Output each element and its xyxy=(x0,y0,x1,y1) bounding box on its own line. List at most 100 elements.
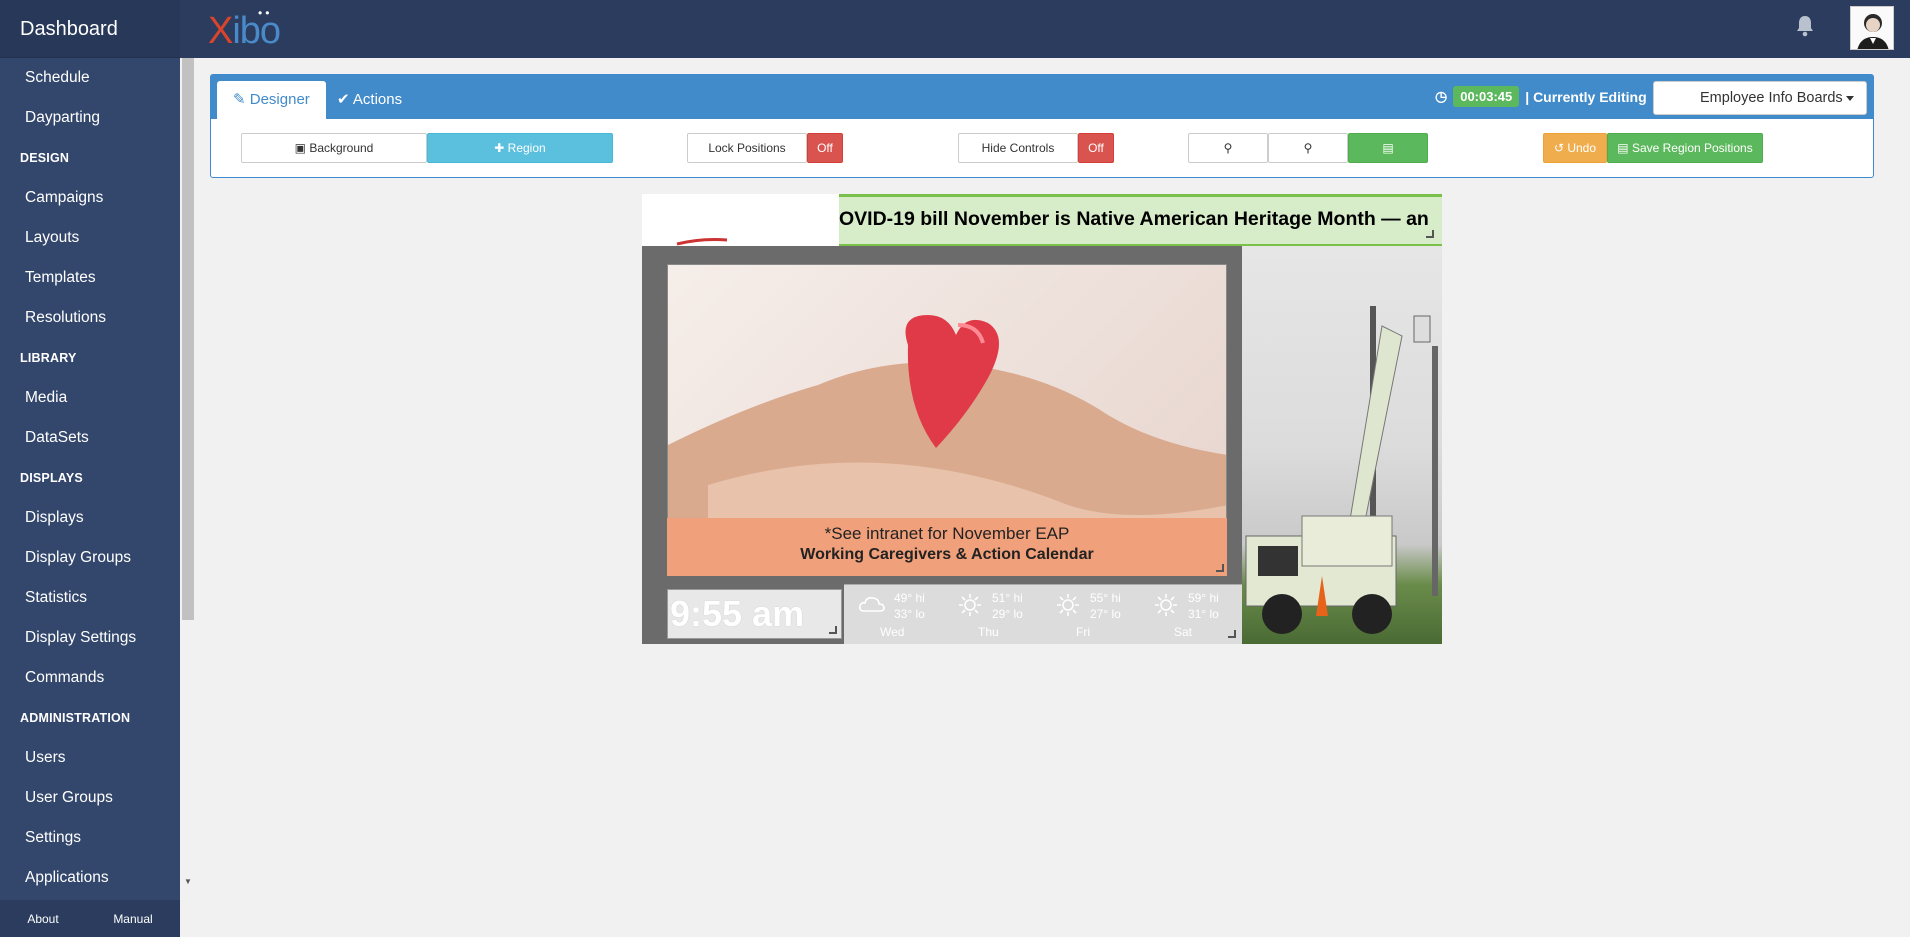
save-button[interactable]: ▤ xyxy=(1348,133,1428,163)
sidebar-item-display-settings[interactable]: Display Settings xyxy=(0,618,180,658)
logo-x: X xyxy=(208,10,233,52)
hide-controls-label: Hide Controls xyxy=(981,141,1055,155)
weather-region[interactable]: 49° hi 33° lo Wed 51° hi 29° lo Thu 55° … xyxy=(844,584,1242,644)
check-icon: ✔ xyxy=(337,91,353,108)
sidebar-item-templates[interactable]: Templates xyxy=(0,258,180,298)
sidebar-item-media[interactable]: Media xyxy=(0,378,180,418)
resize-handle-icon[interactable] xyxy=(1216,564,1224,572)
sidebar-scrollbar-thumb[interactable] xyxy=(182,14,194,620)
ticker-region[interactable]: OVID-19 bill November is Native American… xyxy=(839,194,1442,246)
add-region-button[interactable]: ✚ Region xyxy=(427,133,613,163)
lock-positions-toggle[interactable]: Off xyxy=(807,133,843,163)
logo-dots: •• xyxy=(258,6,273,20)
clock-icon: ◷ xyxy=(1435,88,1448,104)
weather-lo: 29° lo xyxy=(992,607,1023,621)
tab-designer-label: Designer xyxy=(249,91,310,108)
logo-region[interactable] xyxy=(642,194,839,246)
sidebar-section-displays: DISPLAYS xyxy=(20,471,83,485)
sidebar-item-campaigns[interactable]: Campaigns xyxy=(0,178,180,218)
scroll-down-icon[interactable]: ▼ xyxy=(183,877,193,887)
zoom-in-icon: ⚲ xyxy=(1303,141,1313,155)
sidebar-item-schedule[interactable]: Schedule xyxy=(0,58,180,98)
sidebar-item-user-groups[interactable]: User Groups xyxy=(0,778,180,818)
bell-icon[interactable] xyxy=(1794,14,1816,38)
sidebar: Dashboard Schedule Dayparting DESIGN Campai… xyxy=(0,0,180,937)
weather-hi: 55° hi xyxy=(1090,591,1121,605)
image-icon: ▣ xyxy=(294,141,310,155)
sidebar-item-dayparting[interactable]: Dayparting xyxy=(0,98,180,138)
lock-positions-button[interactable]: Lock Positions xyxy=(687,133,807,163)
tab-actions[interactable]: ✔ Actions xyxy=(321,81,418,119)
weather-hi: 49° hi xyxy=(894,591,925,605)
add-region-button-label: Region xyxy=(507,141,546,155)
utility-truck-image[interactable] xyxy=(1242,246,1442,644)
undo-button-label: Undo xyxy=(1567,141,1597,155)
lock-positions-label: Lock Positions xyxy=(708,141,786,155)
sidebar-section-design: DESIGN xyxy=(20,151,70,165)
hide-controls-button[interactable]: Hide Controls xyxy=(958,133,1078,163)
zoom-out-icon: ⚲ xyxy=(1223,141,1233,155)
caption-line-2: Working Caregivers & Action Calendar xyxy=(800,546,1094,563)
sidebar-item-applications[interactable]: Applications xyxy=(0,858,180,898)
resize-handle-icon[interactable] xyxy=(1426,230,1434,238)
weather-day: 51° hi 29° lo Thu xyxy=(942,587,1038,644)
weather-day-name: Fri xyxy=(1076,625,1090,639)
designer-panel: ✎ Designer ✔ Actions ◷ 00:03:45 | Curren… xyxy=(210,74,1874,178)
sidebar-item-settings[interactable]: Settings xyxy=(0,818,180,858)
timer-badge: 00:03:45 xyxy=(1453,86,1520,107)
save-region-positions-button[interactable]: ▤ Save Region Positions xyxy=(1607,133,1763,163)
clock-region[interactable]: 9:55 am xyxy=(667,589,842,639)
resize-handle-icon[interactable] xyxy=(829,626,837,634)
undo-icon: ↺ xyxy=(1553,141,1568,155)
save-icon: ▤ xyxy=(1382,141,1394,155)
cloud-icon xyxy=(859,597,885,612)
user-avatar[interactable] xyxy=(1850,6,1894,50)
sidebar-section-administration: ADMINISTRATION xyxy=(20,711,131,725)
sidebar-item-users[interactable]: Users xyxy=(0,738,180,778)
tab-designer[interactable]: ✎ Designer xyxy=(217,81,326,119)
zoom-in-button[interactable]: ⚲ xyxy=(1268,133,1348,163)
hide-controls-toggle[interactable]: Off xyxy=(1078,133,1114,163)
sidebar-footer: About Manual xyxy=(0,900,180,937)
caption-line-1: *See intranet for November EAP xyxy=(824,524,1070,543)
sidebar-item-resolutions[interactable]: Resolutions xyxy=(0,298,180,338)
sidebar-item-display-groups[interactable]: Display Groups xyxy=(0,538,180,578)
plus-icon: ✚ xyxy=(494,141,508,155)
weather-day-name: Sat xyxy=(1174,625,1193,639)
xibo-logo[interactable]: Xibo •• xyxy=(208,6,281,53)
about-link[interactable]: About xyxy=(27,912,58,926)
layout-select[interactable]: Employee Info Boards xyxy=(1653,81,1867,115)
sun-icon xyxy=(1155,594,1177,616)
lock-positions-state: Off xyxy=(817,141,833,155)
sidebar-item-statistics[interactable]: Statistics xyxy=(0,578,180,618)
layout-select-value: Employee Info Boards xyxy=(1700,90,1843,106)
manual-link[interactable]: Manual xyxy=(113,912,152,926)
image-caption: *See intranet for November EAP Working C… xyxy=(667,518,1227,576)
save-region-positions-label: Save Region Positions xyxy=(1631,141,1753,155)
currently-editing-label: | Currently Editing xyxy=(1525,88,1647,105)
weather-lo: 27° lo xyxy=(1090,607,1121,621)
weather-lo: 31° lo xyxy=(1188,607,1219,621)
sidebar-item-layouts[interactable]: Layouts xyxy=(0,218,180,258)
undo-button[interactable]: ↺ Undo xyxy=(1543,133,1607,163)
chevron-down-icon xyxy=(1846,96,1854,101)
layout-preview[interactable]: OVID-19 bill November is Native American… xyxy=(642,194,1442,644)
clock-text: 9:55 am xyxy=(670,593,805,634)
weather-hi: 59° hi xyxy=(1188,591,1219,605)
background-button[interactable]: ▣ Background xyxy=(241,133,427,163)
sun-icon xyxy=(959,594,981,616)
sidebar-item-commands[interactable]: Commands xyxy=(0,658,180,698)
sidebar-item-displays[interactable]: Displays xyxy=(0,498,180,538)
weather-day: 55° hi 27° lo Fri xyxy=(1040,587,1136,644)
zoom-out-button[interactable]: ⚲ xyxy=(1188,133,1268,163)
sidebar-title[interactable]: Dashboard xyxy=(0,0,180,58)
weather-day-name: Thu xyxy=(978,625,999,639)
sidebar-item-datasets[interactable]: DataSets xyxy=(0,418,180,458)
designer-panel-header: ✎ Designer ✔ Actions ◷ 00:03:45 | Curren… xyxy=(211,75,1873,119)
sun-icon xyxy=(1057,594,1079,616)
logo-ibo: ibo xyxy=(232,10,281,52)
resize-handle-icon[interactable] xyxy=(1228,630,1236,638)
background-button-label: Background xyxy=(309,141,374,155)
ticker-text: OVID-19 bill November is Native American… xyxy=(839,208,1429,230)
tab-actions-label: Actions xyxy=(352,91,403,108)
